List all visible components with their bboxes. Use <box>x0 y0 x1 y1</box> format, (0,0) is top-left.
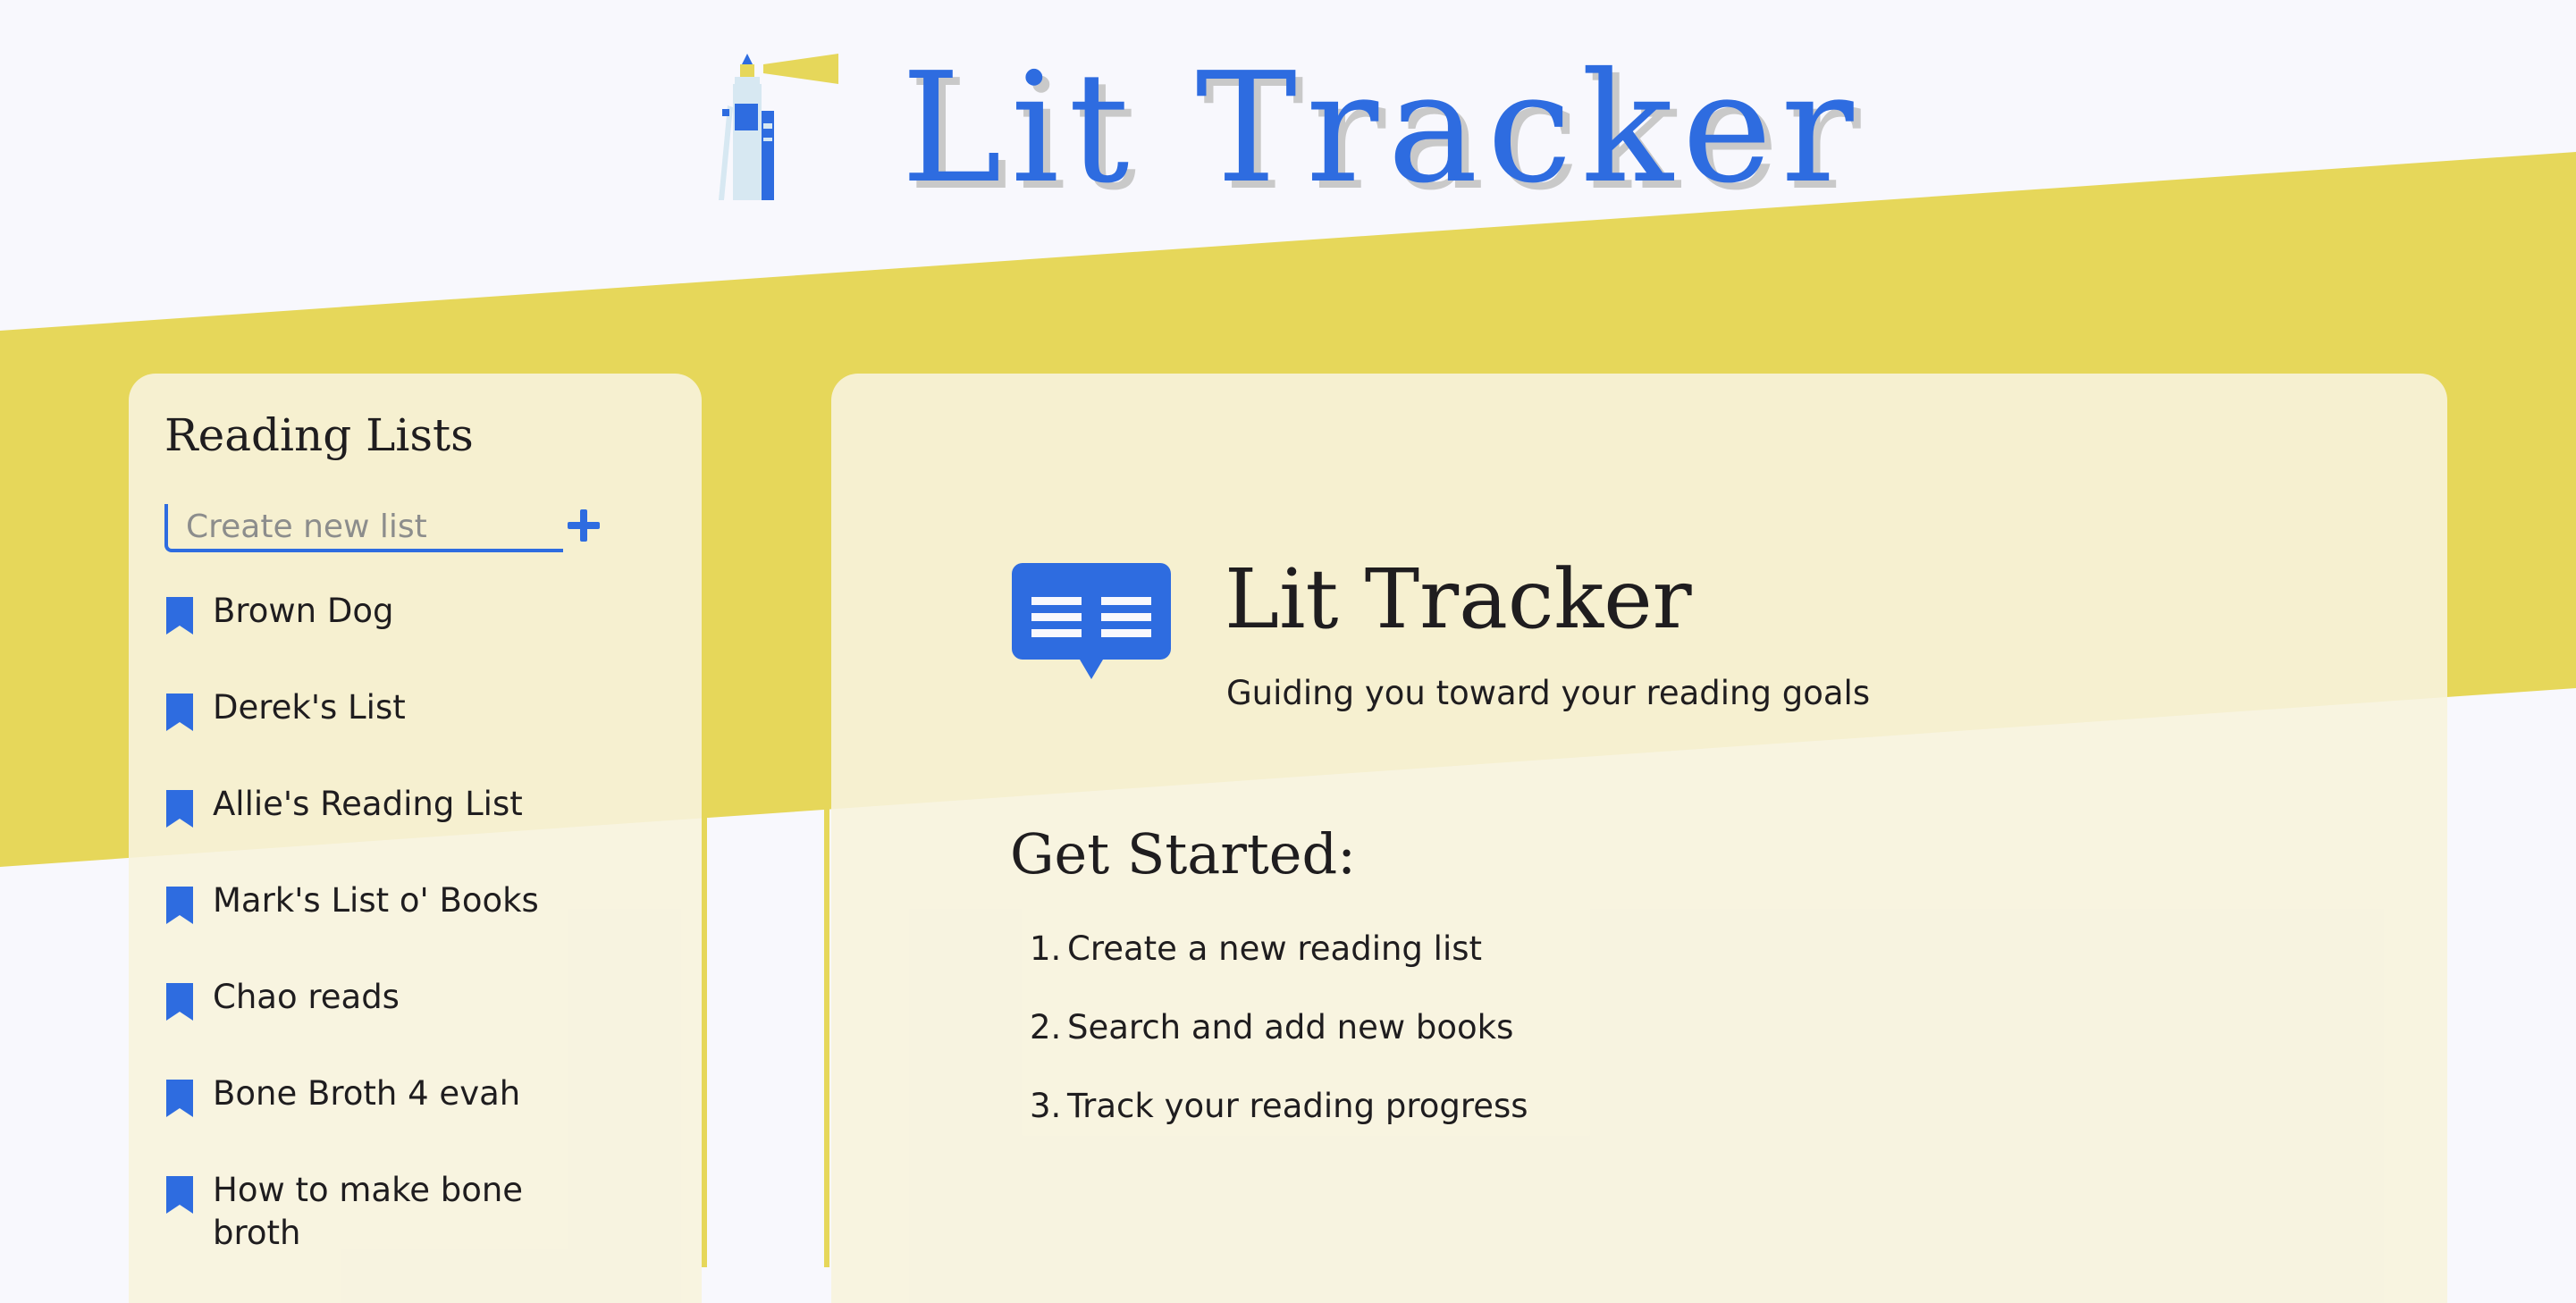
open-book-icon <box>1012 563 1171 679</box>
plus-icon <box>568 509 600 542</box>
reading-list-item[interactable]: How to make bone broth <box>164 1169 665 1265</box>
new-list-field-frame <box>164 504 563 552</box>
step-number: 3. <box>1030 1087 1062 1125</box>
step-number: 2. <box>1030 1008 1062 1047</box>
reading-lists-sidebar: Reading Lists Brown Dog Derek's List All… <box>129 374 702 1303</box>
reading-list-label: Derek's List <box>213 688 406 727</box>
bookmark-icon <box>166 1080 193 1117</box>
reading-list-label: Allie's Reading List <box>213 785 523 823</box>
bookmark-icon <box>166 597 193 635</box>
bookmark-icon <box>166 694 193 731</box>
main-panel: Lit Tracker Guiding you toward your read… <box>831 374 2447 1303</box>
add-list-button[interactable] <box>561 504 606 549</box>
step-item: 2. Search and add new books <box>1030 1006 1528 1085</box>
reading-list-label: Bone Broth 4 evah <box>213 1074 521 1113</box>
reading-list-item[interactable]: Allie's Reading List <box>164 783 665 879</box>
new-list-input[interactable] <box>186 504 552 549</box>
sidebar-title: Reading Lists <box>164 409 474 461</box>
bookmark-icon <box>166 983 193 1021</box>
reading-list-label: Mark's List o' Books <box>213 881 539 920</box>
sidebar-divider-line <box>702 809 707 1267</box>
reading-lists: Brown Dog Derek's List Allie's Reading L… <box>164 590 665 1265</box>
get-started-steps: 1. Create a new reading list 2. Search and… <box>1030 928 1528 1164</box>
reading-list-item[interactable]: Mark's List o' Books <box>164 879 665 976</box>
bookmark-icon <box>166 1176 193 1214</box>
reading-list-item[interactable]: Chao reads <box>164 976 665 1072</box>
hero-subtitle: Guiding you toward your reading goals <box>1226 674 1871 712</box>
reading-list-label: Brown Dog <box>213 592 394 630</box>
reading-list-item[interactable]: Brown Dog <box>164 590 665 686</box>
bookmark-icon <box>166 790 193 828</box>
step-number: 1. <box>1030 929 1062 968</box>
reading-list-label: How to make bone broth <box>213 1171 524 1252</box>
app-title: Lit Tracker <box>901 40 1863 217</box>
step-text: Track your reading progress <box>1067 1087 1528 1125</box>
reading-list-item[interactable]: Bone Broth 4 evah <box>164 1072 665 1169</box>
step-item: 3. Track your reading progress <box>1030 1085 1528 1164</box>
app-header: Lit Tracker <box>0 0 2576 223</box>
main-divider-line <box>824 809 829 1267</box>
step-item: 1. Create a new reading list <box>1030 928 1528 1006</box>
step-text: Search and add new books <box>1067 1008 1514 1047</box>
reading-list-item[interactable]: Derek's List <box>164 686 665 783</box>
lighthouse-books-icon <box>719 54 838 200</box>
get-started-title: Get Started: <box>1010 821 1357 887</box>
reading-list-label: Chao reads <box>213 978 400 1016</box>
step-text: Create a new reading list <box>1067 929 1483 968</box>
bookmark-icon <box>166 887 193 924</box>
hero-title: Lit Tracker <box>1225 551 1692 647</box>
